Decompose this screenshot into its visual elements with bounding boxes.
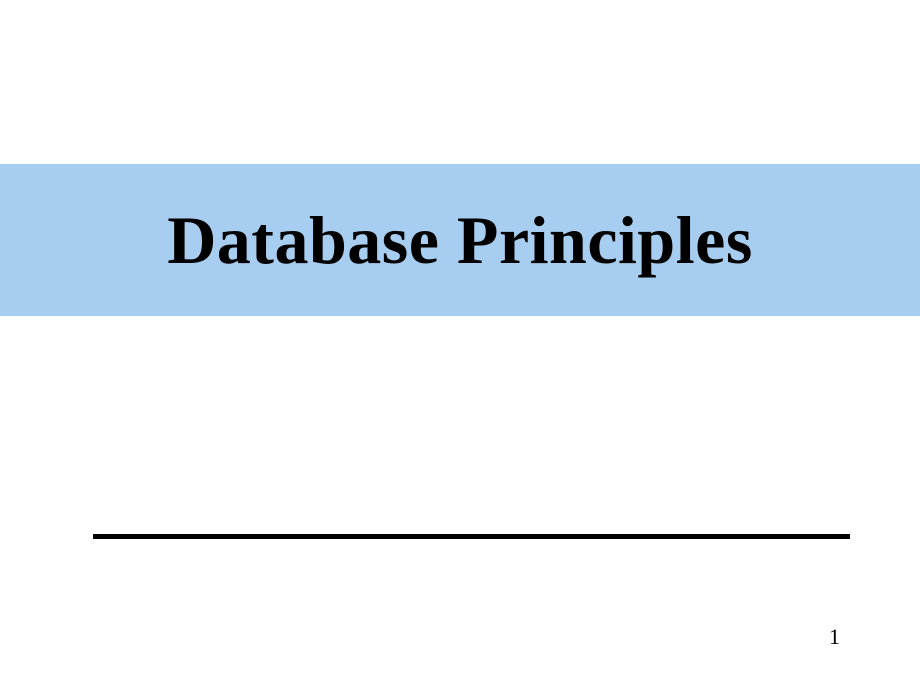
horizontal-divider	[93, 534, 850, 539]
slide-title: Database Principles	[167, 201, 753, 280]
page-number: 1	[829, 624, 840, 650]
title-band: Database Principles	[0, 164, 920, 316]
